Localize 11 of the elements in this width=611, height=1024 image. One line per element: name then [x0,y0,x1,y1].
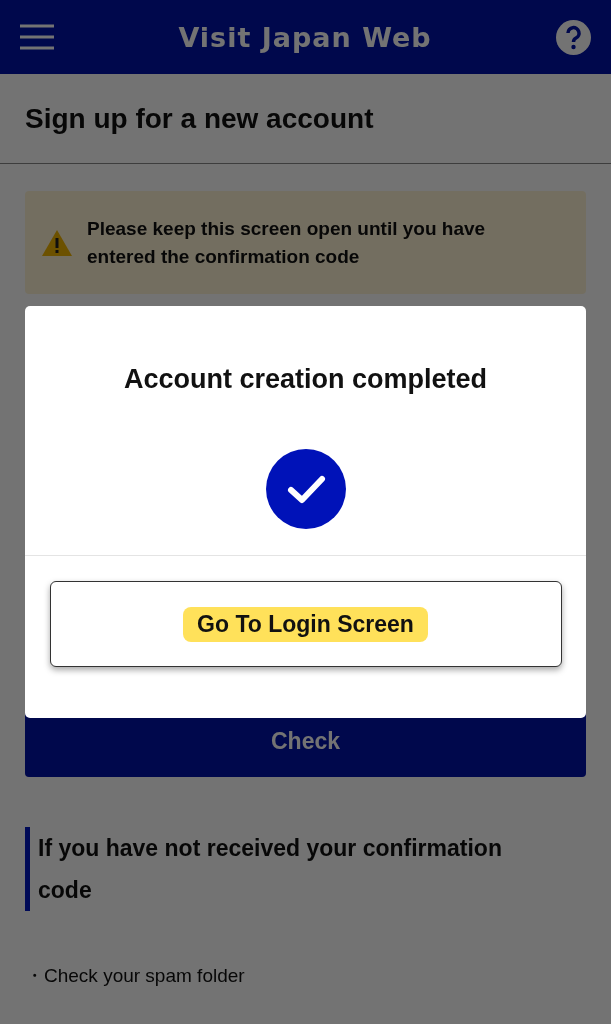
login-screen-button[interactable]: Go To Login Screen [49,581,562,667]
notice-text: Please keep this screen open until you have entered the confirmation code [87,216,487,269]
dialog-title: Account creation completed [123,364,488,395]
section-heading: If you have not received your confirmation code [25,827,551,911]
page-title: Sign up for a new account [25,102,374,135]
help-icon[interactable] [556,19,591,55]
warning-icon [41,228,73,257]
app-title: Visit Japan Web [178,21,432,53]
menu-icon[interactable] [20,24,54,50]
check-circle-icon [265,449,346,529]
help-list-item: ・Check your spam folder [25,964,246,988]
